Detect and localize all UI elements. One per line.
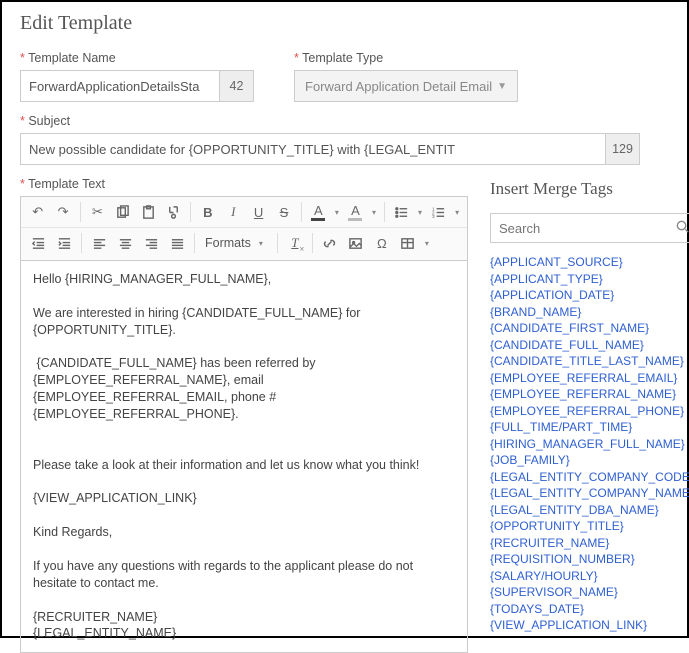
align-center-button[interactable] [112,231,138,255]
merge-tag-item[interactable]: {VIEW_APPLICATION_LINK} [490,618,689,632]
merge-tag-item[interactable]: {REQUISITION_NUMBER} [490,552,689,566]
editor-toolbar: ↶ ↷ ✂ B I U S A ▾ [20,196,468,261]
strikethrough-button[interactable]: S [271,200,296,224]
template-text-editor[interactable]: Hello {HIRING_MANAGER_FULL_NAME}, We are… [20,261,468,653]
undo-icon[interactable]: ↶ [25,200,50,224]
template-name-label: Template Name [20,51,270,65]
paste-icon[interactable] [135,200,160,224]
merge-tag-item[interactable]: {TODAYS_DATE} [490,602,689,616]
bg-color-button[interactable]: A [343,200,368,224]
merge-tag-item[interactable]: {APPLICANT_TYPE} [490,272,689,286]
text-color-button[interactable]: A [306,200,331,224]
svg-text:3: 3 [432,214,435,219]
indent-button[interactable] [51,231,77,255]
align-left-button[interactable] [86,231,112,255]
text-color-caret[interactable]: ▾ [331,208,343,217]
number-list-button[interactable]: 123 [426,200,451,224]
merge-tag-item[interactable]: {APPLICANT_SOURCE} [490,255,689,269]
merge-tag-item[interactable]: {OPPORTUNITY_TITLE} [490,519,689,533]
merge-tag-item[interactable]: {HIRING_MANAGER_FULL_NAME} [490,437,689,451]
bullet-list-button[interactable] [389,200,414,224]
bullet-list-caret[interactable]: ▾ [414,208,426,217]
template-type-label: Template Type [294,51,518,65]
search-icon [675,219,689,237]
merge-tag-item[interactable]: {JOB_FAMILY} [490,453,689,467]
merge-tag-item[interactable]: {EMPLOYEE_REFERRAL_NAME} [490,387,689,401]
subject-input[interactable] [20,133,606,165]
number-list-caret[interactable]: ▾ [451,208,463,217]
template-type-select[interactable]: Forward Application Detail Email ▼ [294,70,518,102]
clear-format-button[interactable]: T× [282,231,308,255]
merge-tag-item[interactable]: {LEGAL_ENTITY_COMPANY_CODE} [490,470,689,484]
align-justify-button[interactable] [164,231,190,255]
cut-icon[interactable]: ✂ [85,200,110,224]
bold-button[interactable]: B [195,200,220,224]
merge-tag-item[interactable]: {LEGAL_ENTITY_COMPANY_NAME} [490,486,689,500]
chevron-down-icon: ▼ [497,81,507,92]
merge-tag-item[interactable]: {EMPLOYEE_REFERRAL_PHONE} [490,404,689,418]
merge-tag-item[interactable]: {SALARY/HOURLY} [490,569,689,583]
merge-tag-item[interactable]: {EMPLOYEE_REFERRAL_EMAIL} [490,371,689,385]
subject-count: 129 [606,133,640,165]
merge-tag-item[interactable]: {APPLICATION_DATE} [490,288,689,302]
special-char-button[interactable]: Ω [369,231,395,255]
page-title: Edit Template [20,12,669,35]
template-name-input[interactable] [20,70,220,102]
merge-search-input[interactable] [499,221,675,236]
table-button[interactable] [395,231,421,255]
merge-tag-item[interactable]: {SUPERVISOR_NAME} [490,585,689,599]
redo-icon[interactable]: ↷ [50,200,75,224]
merge-tag-item[interactable]: {LEGAL_ENTITY_DBA_NAME} [490,503,689,517]
template-type-value: Forward Application Detail Email [305,79,492,94]
template-name-count: 42 [220,70,254,102]
underline-button[interactable]: U [246,200,271,224]
align-right-button[interactable] [138,231,164,255]
find-replace-icon[interactable] [161,200,186,224]
table-caret[interactable]: ▾ [421,239,433,248]
link-button[interactable] [317,231,343,255]
merge-tags-title: Insert Merge Tags [490,179,689,199]
copy-icon[interactable] [110,200,135,224]
merge-tag-list: {APPLICANT_SOURCE} {APPLICANT_TYPE} {APPLI… [490,255,689,632]
merge-tag-item[interactable]: {RECRUITER_NAME} [490,536,689,550]
merge-tag-item[interactable]: {CANDIDATE_TITLE_LAST_NAME} [490,354,689,368]
formats-dropdown[interactable]: Formats▾ [199,231,273,255]
merge-tag-item[interactable]: {CANDIDATE_FIRST_NAME} [490,321,689,335]
bg-color-caret[interactable]: ▾ [368,208,380,217]
template-text-label: Template Text [20,177,468,191]
outdent-button[interactable] [25,231,51,255]
merge-tag-item[interactable]: {BRAND_NAME} [490,305,689,319]
subject-label: Subject [20,114,640,128]
merge-tag-item[interactable]: {CANDIDATE_FULL_NAME} [490,338,689,352]
image-button[interactable] [343,231,369,255]
merge-tag-item[interactable]: {FULL_TIME/PART_TIME} [490,420,689,434]
italic-button[interactable]: I [221,200,246,224]
merge-search[interactable] [490,213,689,243]
